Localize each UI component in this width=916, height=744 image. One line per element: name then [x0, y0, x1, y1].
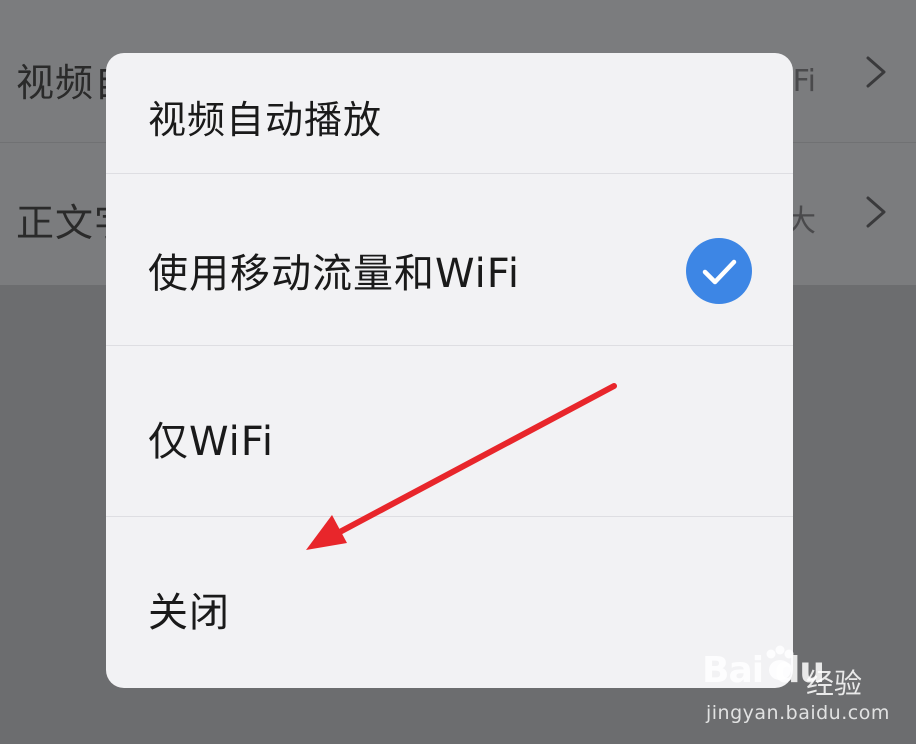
watermark-url: jingyan.baidu.com	[706, 702, 890, 724]
watermark-product: 经验	[806, 667, 863, 700]
paw-logo-icon	[760, 644, 800, 684]
red-arrow-icon	[306, 383, 617, 550]
watermark: Bai du 经验 jingyan.baidu.com	[700, 644, 900, 736]
